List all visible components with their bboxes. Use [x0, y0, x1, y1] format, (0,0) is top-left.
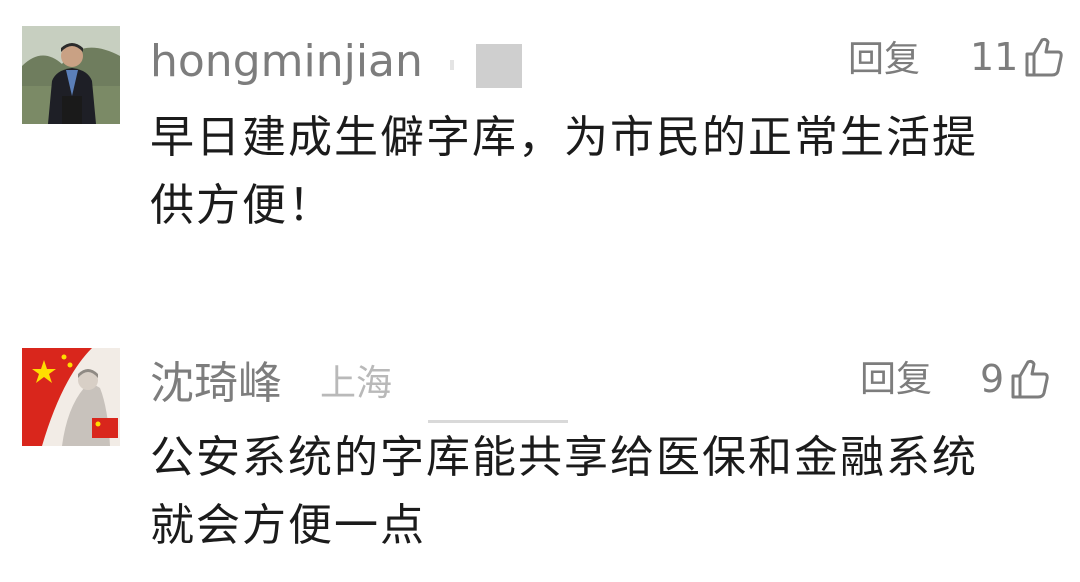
flag-photo-avatar-icon — [22, 348, 120, 446]
like-button[interactable]: 9 — [980, 358, 1050, 400]
person-photo-avatar-icon — [22, 26, 120, 124]
reply-button[interactable]: 回复 — [848, 42, 920, 78]
comment-text: 早日建成生僻字库，为市民的正常生活提 供方便！ — [150, 104, 1050, 240]
like-count: 9 — [980, 357, 1005, 401]
comment-text-line: 就会方便一点 — [150, 500, 426, 551]
comment-text-line: 公安系统的字库能共享给医保和金融系统 — [150, 432, 978, 483]
comment-text: 公安系统的字库能共享给医保和金融系统 就会方便一点 — [150, 424, 1050, 560]
like-count: 11 — [970, 35, 1019, 79]
like-button[interactable]: 11 — [970, 36, 1064, 78]
username[interactable]: hongminjian — [150, 40, 423, 84]
comment-text-line: 早日建成生僻字库，为市民的正常生活提 — [150, 112, 978, 163]
redaction-mark — [450, 60, 454, 70]
thumbs-up-icon — [1024, 36, 1064, 78]
username[interactable]: 沈琦峰 — [150, 362, 282, 406]
comment-item: 沈琦峰 上海 回复 9 公安系统的字库能共享给医保和金融系统 就会方便一点 — [0, 330, 1080, 582]
location-label: 上海 — [320, 363, 393, 404]
redaction-mark — [476, 44, 522, 88]
avatar[interactable] — [22, 26, 120, 124]
redaction-mark — [428, 420, 568, 423]
comment-item: hongminjian 回复 11 早日建成生僻字库，为市民的正常生活提 供方便… — [0, 0, 1080, 300]
comment-text-line: 供方便！ — [150, 180, 334, 231]
thumbs-up-icon — [1010, 358, 1050, 400]
avatar[interactable] — [22, 348, 120, 446]
reply-button[interactable]: 回复 — [860, 362, 932, 398]
